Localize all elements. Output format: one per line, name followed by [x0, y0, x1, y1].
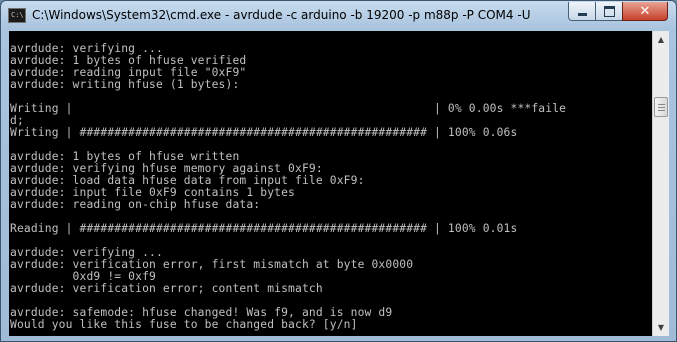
- chevron-up-icon: ▲: [657, 35, 665, 44]
- close-button[interactable]: ✕: [622, 2, 668, 21]
- close-icon: ✕: [639, 3, 651, 19]
- scroll-down-button[interactable]: ▼: [653, 319, 669, 336]
- console-line: Reading | ##############################…: [10, 222, 518, 235]
- console-line: Would you like this fuse to be changed b…: [10, 318, 358, 331]
- maximize-icon: [603, 5, 615, 17]
- cmd-app-icon[interactable]: C:\: [8, 8, 26, 23]
- console-line: Writing | | 0% 0.00s ***faile: [10, 102, 567, 115]
- scroll-up-button[interactable]: ▲: [653, 31, 669, 48]
- console-text: avrdude: verifying ... avrdude: 1 bytes …: [9, 31, 652, 331]
- cmd-app-icon-text: C:\: [11, 11, 24, 19]
- console-line: avrdude: writing hfuse (1 bytes):: [10, 78, 240, 91]
- maximize-button[interactable]: [595, 2, 623, 21]
- chevron-down-icon: ▼: [657, 323, 665, 332]
- cmd-window: C:\ C:\Windows\System32\cmd.exe - avrdud…: [0, 0, 677, 342]
- grip-line-icon: [658, 110, 665, 111]
- console-output[interactable]: avrdude: verifying ... avrdude: 1 bytes …: [9, 31, 652, 336]
- grip-line-icon: [658, 104, 665, 105]
- console-line: avrdude: verification error; content mis…: [10, 282, 323, 295]
- grip-line-icon: [658, 107, 665, 108]
- window-title: C:\Windows\System32\cmd.exe - avrdude -c…: [32, 8, 532, 22]
- scrollbar-thumb[interactable]: [654, 97, 668, 117]
- vertical-scrollbar[interactable]: ▲ ▼: [652, 31, 669, 336]
- console-line: Writing | ##############################…: [10, 126, 518, 139]
- minimize-icon: [577, 13, 587, 16]
- minimize-button[interactable]: [568, 2, 596, 21]
- title-bar[interactable]: C:\ C:\Windows\System32\cmd.exe - avrdud…: [1, 1, 676, 31]
- console-line: avrdude: reading on-chip hfuse data:: [10, 198, 261, 211]
